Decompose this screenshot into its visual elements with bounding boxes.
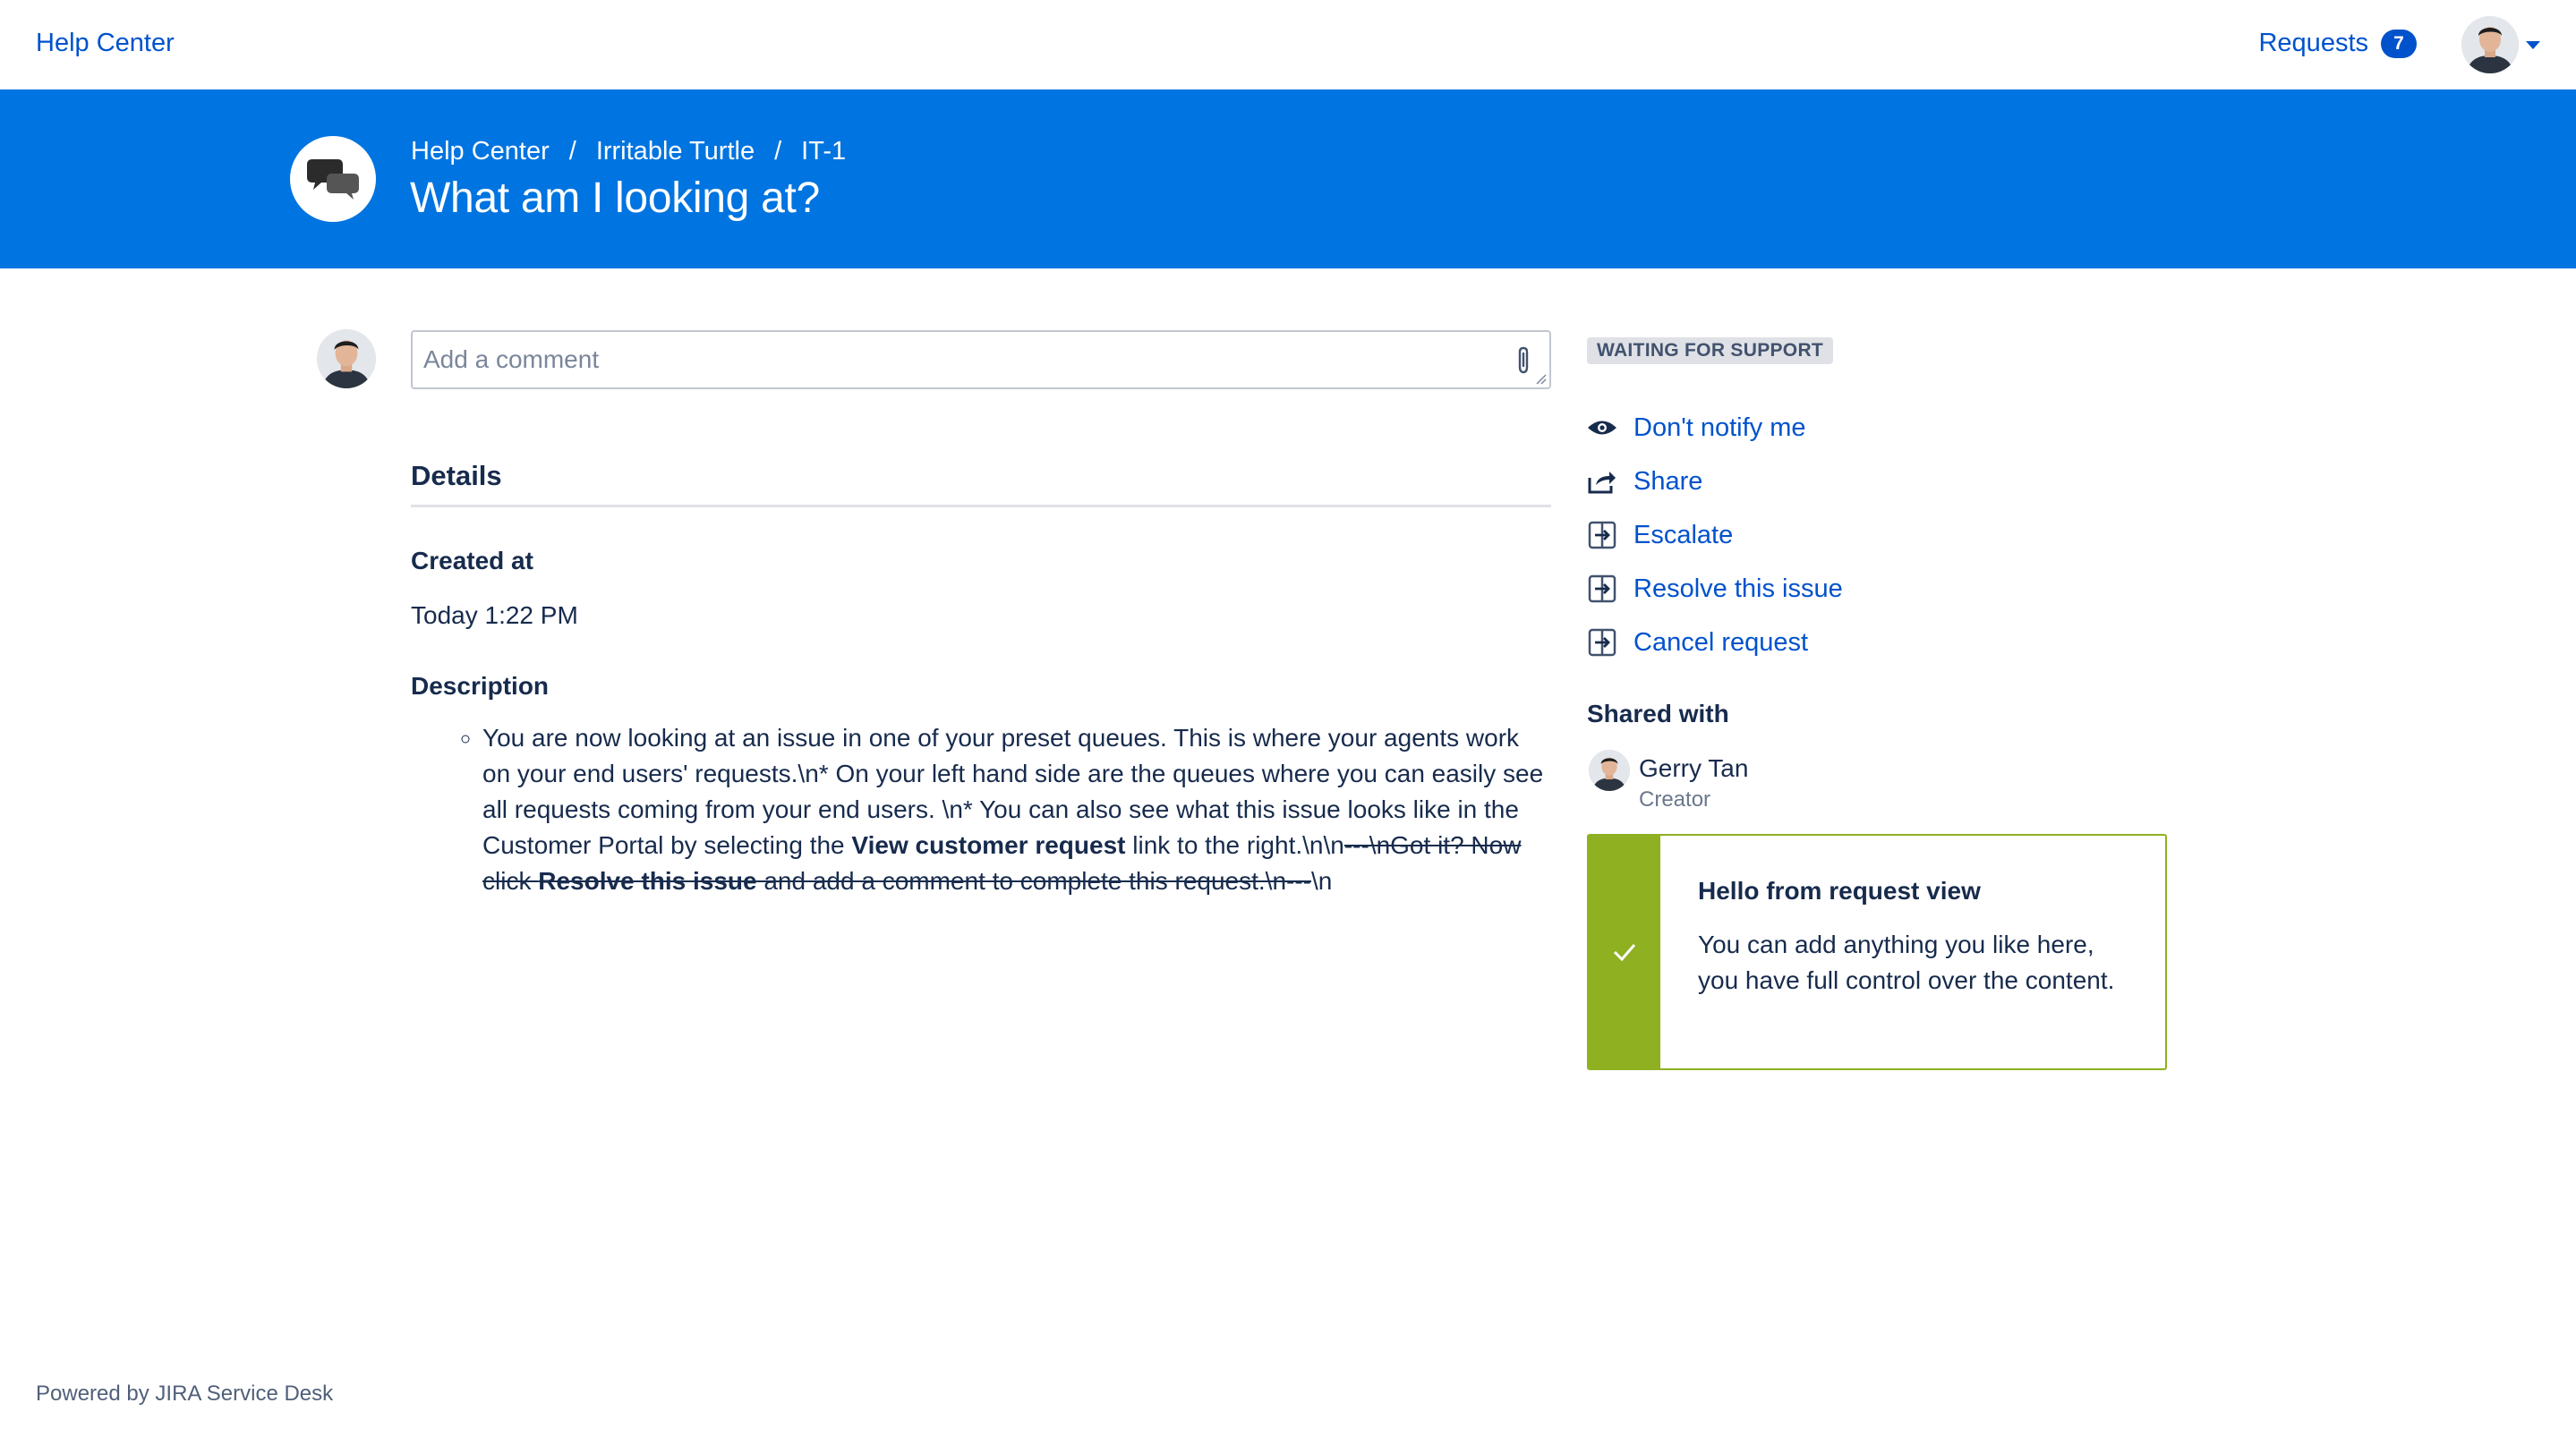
description-list: You are now looking at an issue in one o… <box>411 720 1551 899</box>
resize-grip-icon[interactable] <box>1534 372 1547 385</box>
transition-icon <box>1587 627 1617 658</box>
help-center-link[interactable]: Help Center <box>36 29 175 58</box>
panel-title: Hello from request view <box>1698 877 1981 905</box>
paperclip-icon[interactable] <box>1514 345 1533 376</box>
panel-body: You can add anything you like here, you … <box>1698 931 2115 994</box>
description-part: and add a comment to complete this reque… <box>756 867 1311 895</box>
panel-accent-bar <box>1589 836 1660 1068</box>
description-part: link to the right.\n\n <box>1125 831 1344 859</box>
transition-icon <box>1587 574 1617 604</box>
page-title: What am I looking at? <box>410 174 820 222</box>
user-avatar <box>2461 16 2519 73</box>
shared-user-avatar <box>1589 750 1630 791</box>
breadcrumb-issue-key[interactable]: IT-1 <box>801 137 846 166</box>
shared-with-heading: Shared with <box>1587 700 1729 727</box>
details-divider <box>411 505 1551 507</box>
comment-field[interactable] <box>411 330 1551 389</box>
commenter-avatar <box>317 329 376 388</box>
info-panel: Hello from request view You can add anyt… <box>1587 834 2167 1070</box>
action-cancel[interactable]: Cancel request <box>1587 616 1843 669</box>
eye-icon <box>1587 412 1617 443</box>
speech-bubbles-icon <box>290 136 376 222</box>
breadcrumb-help-center[interactable]: Help Center <box>411 137 550 166</box>
action-label[interactable]: Don't notify me <box>1633 413 1806 443</box>
shared-user-role: Creator <box>1639 787 1711 812</box>
created-at-label: Created at <box>411 547 533 574</box>
requests-link[interactable]: Requests 7 <box>2258 29 2417 58</box>
action-share[interactable]: Share <box>1587 455 1843 508</box>
description-part: \n <box>1311 867 1333 895</box>
action-label[interactable]: Share <box>1633 467 1702 497</box>
breadcrumb-separator: / <box>774 137 782 166</box>
transition-icon <box>1587 520 1617 550</box>
action-escalate[interactable]: Escalate <box>1587 508 1843 562</box>
requests-label: Requests <box>2258 29 2368 57</box>
details-heading: Details <box>411 460 502 491</box>
description-text: You are now looking at an issue in one o… <box>482 720 1551 899</box>
action-label[interactable]: Cancel request <box>1633 628 1808 658</box>
description-bold: View customer request <box>851 831 1126 859</box>
requests-count-badge: 7 <box>2381 29 2417 58</box>
breadcrumb: Help Center / Irritable Turtle / IT-1 <box>411 137 846 166</box>
action-label[interactable]: Escalate <box>1633 521 1733 550</box>
breadcrumb-separator: / <box>568 137 576 166</box>
breadcrumb-project[interactable]: Irritable Turtle <box>596 137 755 166</box>
action-resolve[interactable]: Resolve this issue <box>1587 562 1843 616</box>
page-header-banner: Help Center / Irritable Turtle / IT-1 Wh… <box>0 89 2576 268</box>
action-label[interactable]: Resolve this issue <box>1633 574 1843 604</box>
chevron-down-icon <box>2526 40 2540 49</box>
created-at-value: Today 1:22 PM <box>411 601 578 629</box>
description-label: Description <box>411 672 550 700</box>
status-badge: WAITING FOR SUPPORT <box>1587 337 1834 364</box>
shared-user-name: Gerry Tan <box>1639 754 1749 782</box>
description-bold: Resolve this issue <box>538 867 757 895</box>
top-navigation-bar: Help Center Requests 7 <box>0 0 2576 89</box>
share-icon <box>1587 466 1617 497</box>
checkmark-icon <box>1613 944 1636 962</box>
user-menu[interactable] <box>2461 16 2540 73</box>
comment-input[interactable] <box>413 332 1469 387</box>
action-dont-notify[interactable]: Don't notify me <box>1587 401 1843 455</box>
request-actions: Don't notify me Share Escalate Resolve t… <box>1587 401 1843 669</box>
footer-powered-by: Powered by JIRA Service Desk <box>36 1382 334 1406</box>
